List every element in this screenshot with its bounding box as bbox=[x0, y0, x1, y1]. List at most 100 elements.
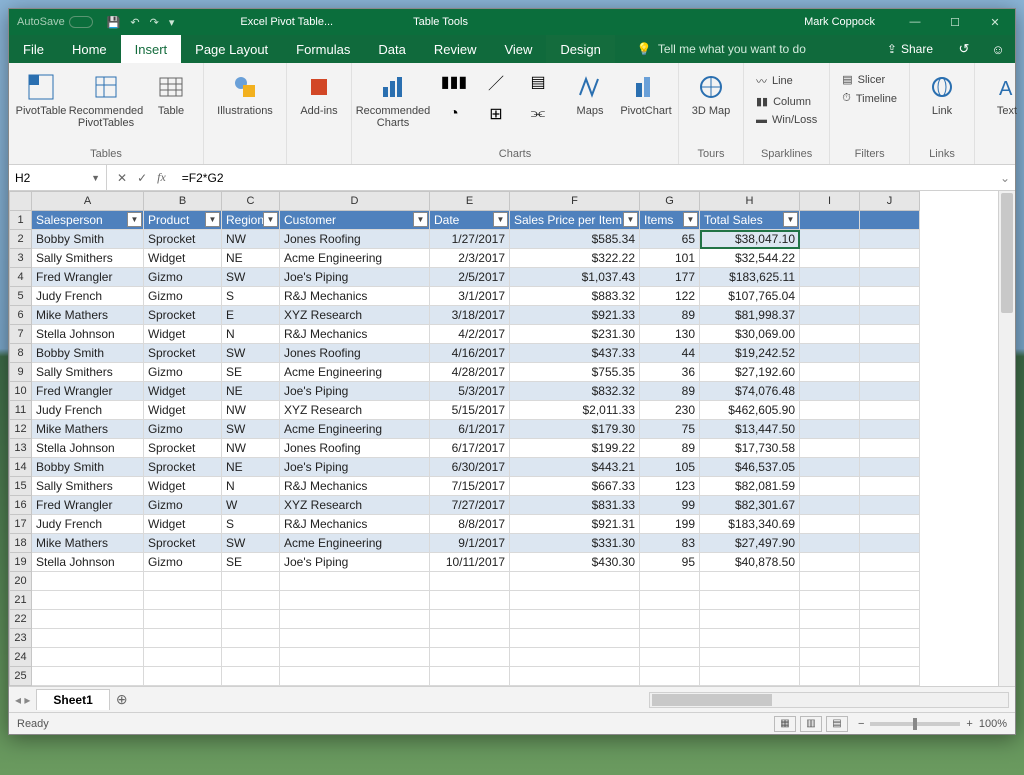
row-header[interactable]: 7 bbox=[10, 325, 32, 344]
cell[interactable] bbox=[430, 629, 510, 648]
cell[interactable]: XYZ Research bbox=[280, 306, 430, 325]
cell[interactable] bbox=[430, 667, 510, 686]
column-header[interactable]: D bbox=[280, 192, 430, 211]
cell[interactable] bbox=[860, 230, 920, 249]
cell[interactable]: 8/8/2017 bbox=[430, 515, 510, 534]
cell[interactable] bbox=[32, 591, 144, 610]
horizontal-scrollbar[interactable] bbox=[649, 692, 1009, 708]
row-header[interactable]: 25 bbox=[10, 667, 32, 686]
cell[interactable]: Widget bbox=[144, 325, 222, 344]
sparkline-column-button[interactable]: ▮▮Column bbox=[752, 93, 821, 110]
row-header[interactable]: 2 bbox=[10, 230, 32, 249]
cell[interactable] bbox=[430, 648, 510, 667]
cell[interactable] bbox=[800, 458, 860, 477]
cell[interactable]: Sally Smithers bbox=[32, 477, 144, 496]
cell[interactable]: $27,497.90 bbox=[700, 534, 800, 553]
row-header[interactable]: 23 bbox=[10, 629, 32, 648]
cell[interactable]: $27,192.60 bbox=[700, 363, 800, 382]
cell[interactable]: $183,340.69 bbox=[700, 515, 800, 534]
cell[interactable]: NW bbox=[222, 230, 280, 249]
minimize-button[interactable]: — bbox=[895, 16, 935, 29]
cell[interactable]: $82,081.59 bbox=[700, 477, 800, 496]
cell[interactable]: 123 bbox=[640, 477, 700, 496]
cell[interactable]: Acme Engineering bbox=[280, 249, 430, 268]
cell[interactable] bbox=[800, 610, 860, 629]
filter-dropdown-icon[interactable]: ▼ bbox=[127, 212, 142, 227]
cell[interactable]: R&J Mechanics bbox=[280, 287, 430, 306]
cell[interactable]: 9/1/2017 bbox=[430, 534, 510, 553]
cell[interactable]: $19,242.52 bbox=[700, 344, 800, 363]
cell[interactable]: NW bbox=[222, 439, 280, 458]
cell[interactable]: $831.33 bbox=[510, 496, 640, 515]
row-header[interactable]: 3 bbox=[10, 249, 32, 268]
pivotchart-button[interactable]: PivotChart bbox=[622, 67, 670, 131]
maps-button[interactable]: Maps bbox=[566, 67, 614, 131]
cell[interactable] bbox=[860, 287, 920, 306]
expand-formula-bar-icon[interactable]: ⌄ bbox=[995, 171, 1015, 185]
row-header[interactable]: 16 bbox=[10, 496, 32, 515]
cell[interactable] bbox=[640, 572, 700, 591]
cell[interactable] bbox=[860, 344, 920, 363]
row-header[interactable]: 20 bbox=[10, 572, 32, 591]
cell[interactable] bbox=[700, 591, 800, 610]
cell[interactable] bbox=[800, 534, 860, 553]
cell[interactable]: Sprocket bbox=[144, 230, 222, 249]
column-header[interactable]: H bbox=[700, 192, 800, 211]
zoom-thumb[interactable] bbox=[913, 718, 917, 730]
cell[interactable] bbox=[800, 648, 860, 667]
table-header-cell[interactable]: Product▼ bbox=[144, 211, 222, 230]
chart-map-icon[interactable]: ▤ bbox=[518, 67, 558, 97]
cell[interactable] bbox=[144, 610, 222, 629]
cell[interactable] bbox=[32, 572, 144, 591]
cell[interactable]: S bbox=[222, 515, 280, 534]
cell[interactable]: 2/5/2017 bbox=[430, 268, 510, 287]
cell[interactable]: Sally Smithers bbox=[32, 363, 144, 382]
cell[interactable] bbox=[700, 610, 800, 629]
cell[interactable] bbox=[860, 553, 920, 572]
cell[interactable]: XYZ Research bbox=[280, 496, 430, 515]
cell[interactable]: $179.30 bbox=[510, 420, 640, 439]
cell[interactable]: $82,301.67 bbox=[700, 496, 800, 515]
tell-me-search[interactable]: 💡 Tell me what you want to do bbox=[615, 35, 873, 63]
row-header[interactable]: 12 bbox=[10, 420, 32, 439]
recommended-pivottables-button[interactable]: Recommended PivotTables bbox=[73, 67, 139, 131]
scrollbar-thumb[interactable] bbox=[1001, 193, 1013, 313]
cell[interactable] bbox=[640, 667, 700, 686]
row-header[interactable]: 9 bbox=[10, 363, 32, 382]
cell[interactable] bbox=[860, 648, 920, 667]
cell[interactable]: $30,069.00 bbox=[700, 325, 800, 344]
row-header[interactable]: 14 bbox=[10, 458, 32, 477]
vertical-scrollbar[interactable] bbox=[998, 191, 1015, 686]
cell[interactable]: $667.33 bbox=[510, 477, 640, 496]
cell[interactable]: 44 bbox=[640, 344, 700, 363]
table-header-cell[interactable]: Salesperson▼ bbox=[32, 211, 144, 230]
cell[interactable] bbox=[800, 325, 860, 344]
cell[interactable]: NE bbox=[222, 458, 280, 477]
row-header[interactable]: 11 bbox=[10, 401, 32, 420]
cell[interactable]: Fred Wrangler bbox=[32, 496, 144, 515]
cell[interactable] bbox=[32, 667, 144, 686]
cell[interactable]: $1,037.43 bbox=[510, 268, 640, 287]
cell[interactable]: $430.30 bbox=[510, 553, 640, 572]
cell[interactable]: Sprocket bbox=[144, 306, 222, 325]
cell[interactable]: Gizmo bbox=[144, 420, 222, 439]
cell[interactable] bbox=[860, 325, 920, 344]
3d-map-button[interactable]: 3D Map bbox=[687, 67, 735, 131]
tab-view[interactable]: View bbox=[490, 35, 546, 63]
cell[interactable]: 6/17/2017 bbox=[430, 439, 510, 458]
cell[interactable]: 177 bbox=[640, 268, 700, 287]
cell[interactable] bbox=[860, 439, 920, 458]
sparkline-winloss-button[interactable]: ▬Win/Loss bbox=[752, 112, 821, 128]
cell[interactable]: Fred Wrangler bbox=[32, 382, 144, 401]
cell[interactable]: $462,605.90 bbox=[700, 401, 800, 420]
zoom-slider[interactable] bbox=[870, 722, 960, 726]
sheet-tab-sheet1[interactable]: Sheet1 bbox=[36, 689, 109, 710]
column-header[interactable]: J bbox=[860, 192, 920, 211]
cell[interactable]: 5/15/2017 bbox=[430, 401, 510, 420]
cell[interactable] bbox=[222, 610, 280, 629]
row-header[interactable]: 15 bbox=[10, 477, 32, 496]
cell[interactable] bbox=[280, 572, 430, 591]
column-header[interactable]: B bbox=[144, 192, 222, 211]
table-header-cell[interactable]: Date▼ bbox=[430, 211, 510, 230]
link-button[interactable]: Link bbox=[918, 67, 966, 131]
